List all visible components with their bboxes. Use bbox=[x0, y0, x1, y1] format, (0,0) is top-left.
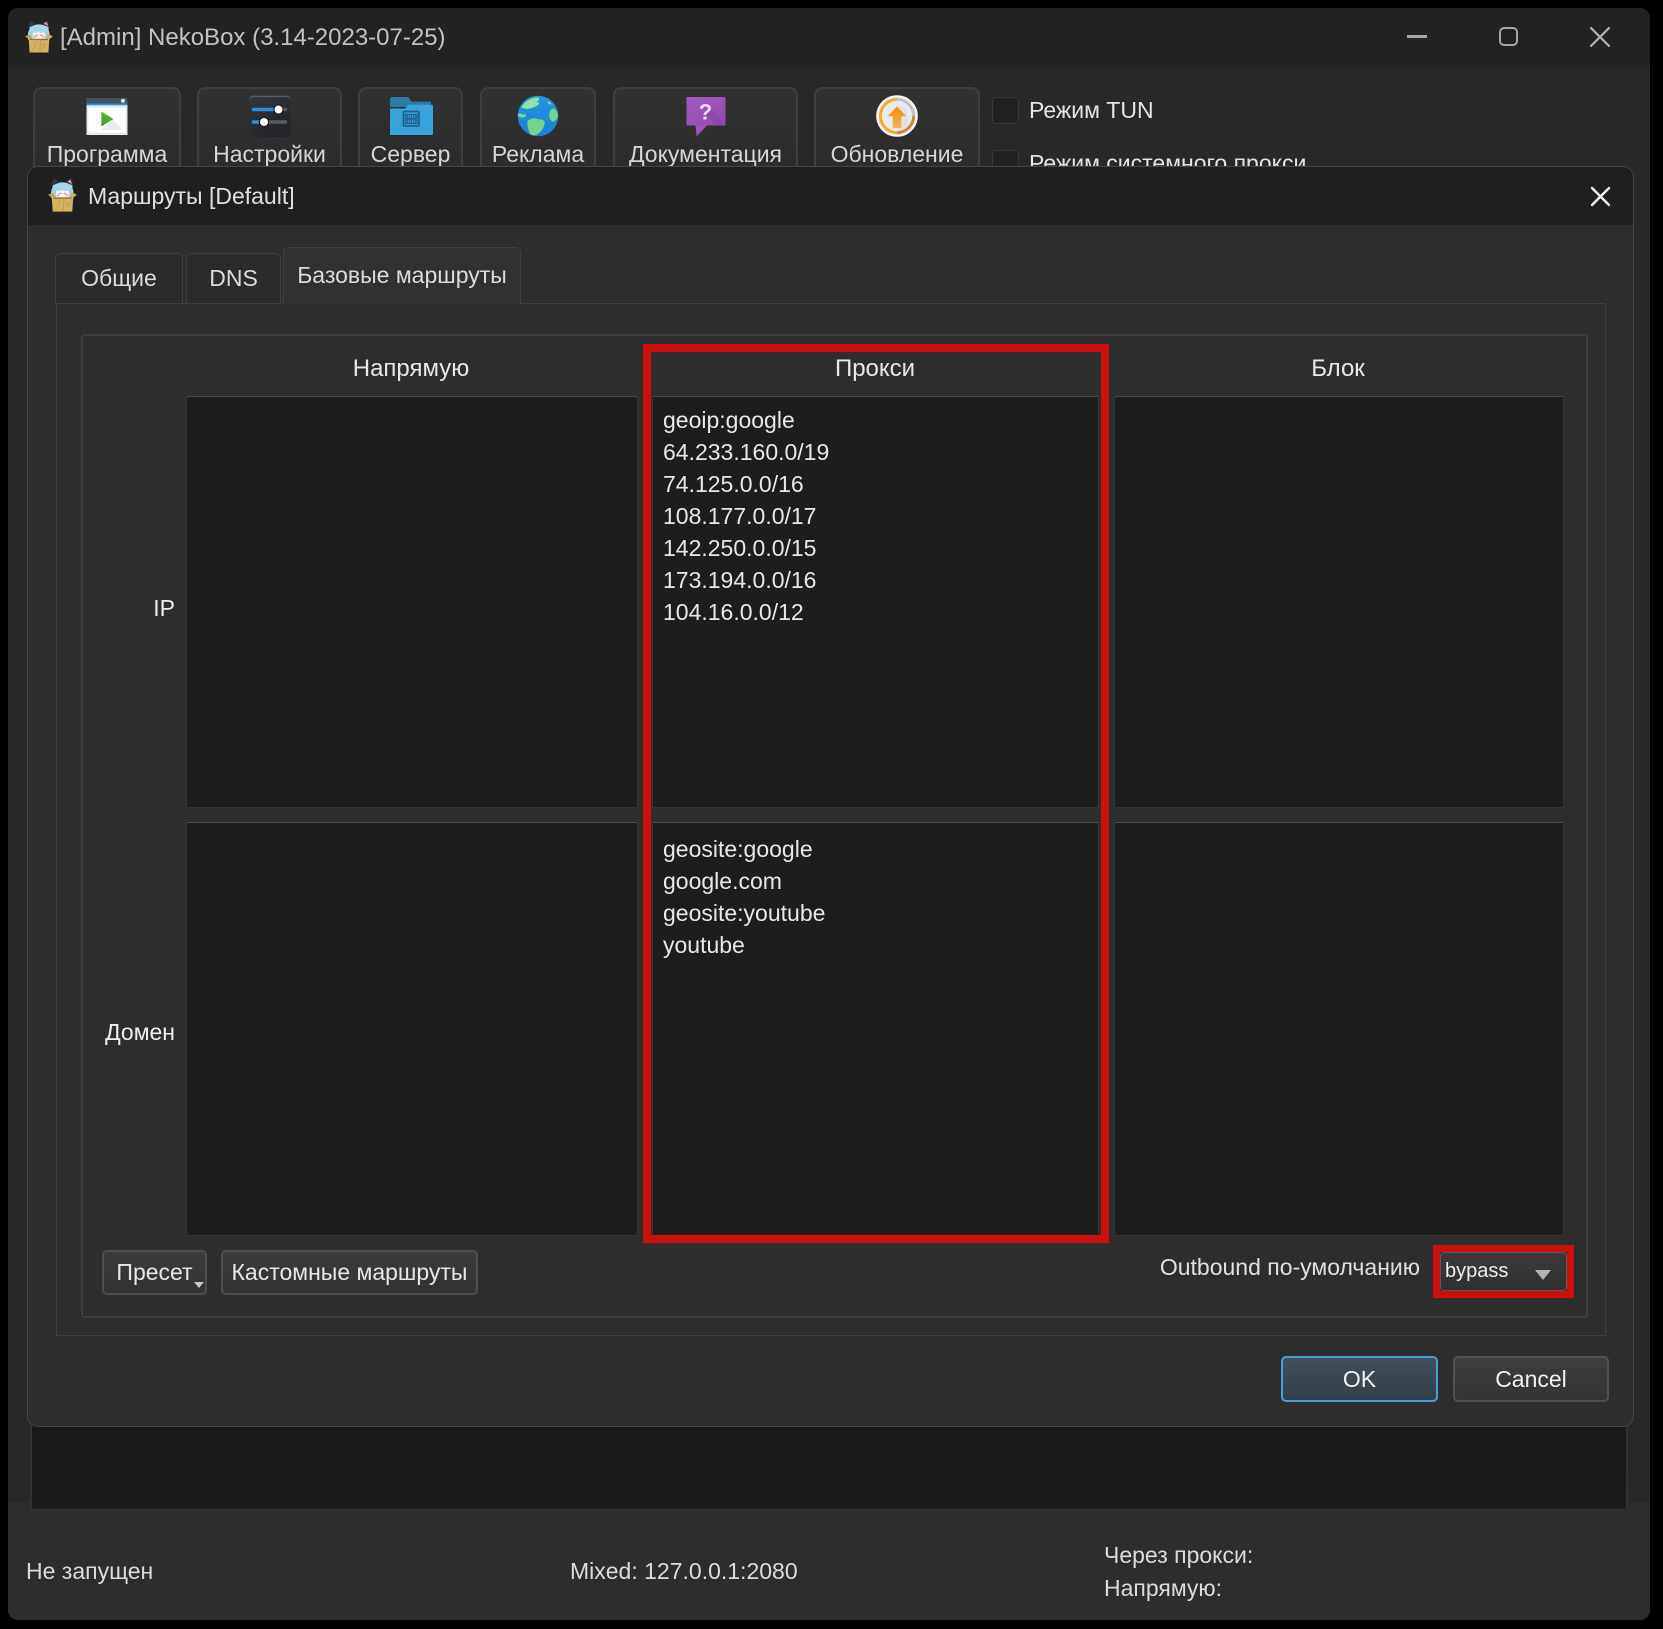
svg-text:?: ? bbox=[698, 100, 711, 125]
